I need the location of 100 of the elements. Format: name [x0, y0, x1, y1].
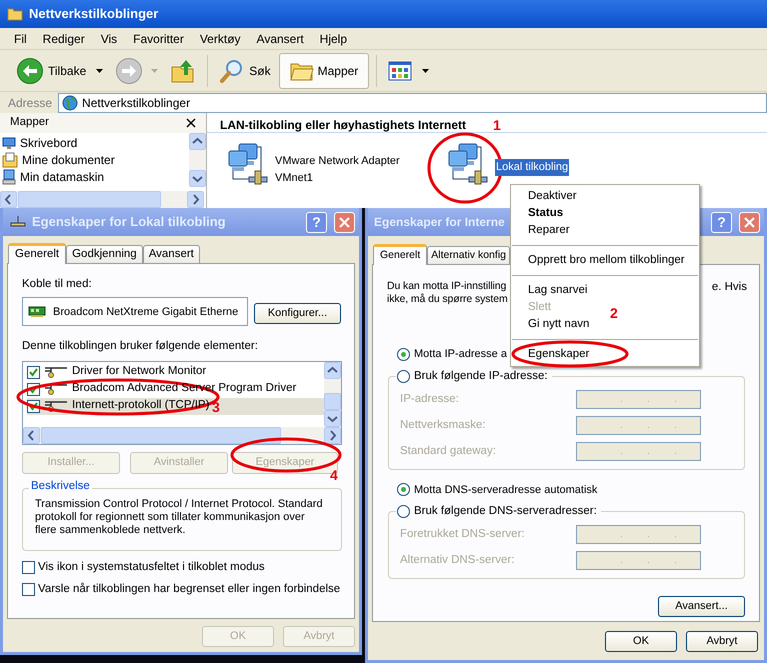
scroll-up-icon[interactable] — [189, 133, 206, 150]
annotation-number: 3 — [212, 400, 220, 414]
tab[interactable]: Avansert — [142, 245, 200, 263]
checkbox-label[interactable]: Vis ikon i systemstatusfeltet i tilkoblet modus — [38, 558, 265, 576]
scroll-left-icon[interactable] — [0, 191, 17, 208]
close-button[interactable] — [739, 212, 760, 232]
scroll-up-icon[interactable] — [324, 362, 341, 378]
tab[interactable]: Generelt — [373, 244, 428, 265]
cancel-button[interactable]: Avbryt — [686, 631, 758, 652]
menu-item[interactable]: Hjelp — [314, 30, 354, 48]
back-button[interactable]: Tilbake — [12, 52, 108, 88]
tree-item[interactable]: Mine dokumenter — [2, 151, 189, 168]
address-field[interactable]: Nettverkstilkoblinger — [58, 92, 767, 112]
radio-button[interactable] — [397, 370, 410, 383]
globe-icon — [62, 94, 78, 110]
menu-item[interactable]: Opprett bro mellom tilkoblinger — [528, 252, 685, 270]
intro-text: e. Hvis — [712, 280, 747, 292]
scroll-thumb[interactable] — [41, 426, 281, 444]
ok-button[interactable]: OK — [605, 631, 677, 652]
tree-item[interactable]: Min datamaskin — [2, 168, 189, 185]
list-label: Driver for Network Monitor — [72, 364, 206, 380]
radio-label[interactable]: Motta DNS-serveradresse automatisk — [414, 482, 598, 498]
menu-item[interactable]: Verktøy — [194, 30, 247, 48]
checkbox[interactable] — [22, 583, 35, 596]
annotation-number: 2 — [610, 306, 618, 320]
field-label: Foretrukket DNS-server: — [400, 527, 525, 542]
menu-item[interactable]: Egenskaper — [528, 346, 590, 364]
tree-item[interactable]: Skrivebord — [2, 134, 189, 151]
connection-detail: VMnet1 — [275, 170, 314, 186]
menu-item[interactable]: Favoritter — [127, 30, 190, 48]
radio-label[interactable]: Motta IP-adresse a — [414, 346, 507, 362]
connection-name[interactable]: Lokal tilkobling — [495, 159, 570, 176]
folders-button[interactable]: Mapper — [278, 52, 370, 88]
menu-item[interactable]: Fil — [8, 30, 33, 48]
advanced-button[interactable]: Avansert... — [658, 596, 745, 617]
protocol-icon — [43, 383, 69, 395]
window-title: Nettverkstilkoblinger — [29, 5, 158, 24]
caret-icon — [96, 68, 104, 72]
views-grid-icon — [388, 60, 412, 80]
folder-up-arrow-icon — [170, 58, 196, 84]
intro-text: ikke, må du spørre system — [387, 292, 508, 305]
radio-label[interactable]: Bruk følgende IP-adresse: — [414, 368, 548, 385]
protocol-icon — [43, 366, 69, 378]
window-title: Egenskaper for Interne — [374, 214, 505, 231]
field-label: Denne tilkoblingen bruker følgende elementer: — [22, 339, 259, 354]
menu-item[interactable]: Deaktiver — [528, 188, 577, 206]
vertical-scrollbar[interactable] — [324, 362, 341, 426]
connection-name[interactable]: VMware Network Adapter — [275, 153, 400, 170]
horizontal-scrollbar[interactable] — [0, 191, 204, 208]
monitor-icon — [2, 136, 16, 150]
menu-item[interactable]: Avansert — [250, 30, 310, 48]
section-heading: LAN-tilkobling eller høyhastighets Internett — [220, 118, 466, 132]
vertical-scrollbar[interactable] — [189, 133, 206, 187]
scroll-down-icon[interactable] — [324, 410, 341, 426]
description-text: Transmission Control Protocol / Internet Protocol. Standard protokoll for regionnett som tillater kommunikasjon over flere sammenkoblede nettverk. — [35, 498, 324, 537]
scroll-thumb[interactable] — [18, 191, 161, 208]
field-label: Nettverksmaske: — [400, 418, 486, 433]
configure-button[interactable]: Konfigurer... — [254, 302, 341, 324]
menu-item[interactable]: Lag snarvei — [528, 282, 588, 300]
checkbox[interactable] — [27, 366, 40, 378]
scroll-thumb[interactable] — [324, 392, 341, 410]
scroll-down-icon[interactable] — [189, 170, 206, 187]
field-label: Standard gateway: — [400, 444, 496, 459]
network-card-icon — [28, 306, 48, 318]
field-label: Alternativ DNS-server: — [400, 553, 514, 568]
scroll-right-icon[interactable] — [324, 426, 341, 444]
field-label: IP-adresse: — [400, 392, 459, 407]
intro-text: Du kan motta IP-innstilling — [387, 279, 506, 292]
menu-item[interactable]: Reparer — [528, 222, 570, 240]
radio-label[interactable]: Bruk følgende DNS-serveradresser: — [414, 503, 597, 520]
radio-button[interactable] — [397, 505, 410, 518]
list-row[interactable]: Driver for Network Monitor — [27, 364, 324, 380]
scroll-left-icon[interactable] — [23, 426, 40, 444]
menu-item[interactable]: Gi nytt navn — [528, 316, 590, 334]
menu-item[interactable]: Rediger — [36, 30, 91, 48]
connection-icon — [9, 215, 27, 229]
horizontal-scrollbar[interactable] — [23, 426, 341, 444]
field-label: Koble til med: — [22, 277, 93, 292]
search-button[interactable]: Søk — [215, 52, 275, 88]
window-title: Egenskaper for Lokal tilkobling — [32, 213, 226, 232]
checkbox[interactable] — [22, 560, 35, 574]
protocol-icon — [43, 400, 69, 412]
tab[interactable]: Godkjenning — [66, 245, 143, 263]
folder-icon — [7, 7, 23, 21]
close-button[interactable] — [334, 212, 355, 232]
adapter-field: Broadcom NetXtreme Gigabit Etherne — [22, 297, 248, 326]
annotation-number: 1 — [493, 118, 501, 132]
checkbox-label[interactable]: Varsle når tilkoblingen har begrenset eller ingen forbindelse — [38, 581, 340, 598]
menu-item[interactable]: Vis — [94, 30, 124, 48]
close-icon[interactable] — [186, 118, 196, 128]
scroll-right-icon[interactable] — [187, 191, 204, 208]
caret-icon — [422, 68, 430, 72]
tab[interactable]: Alternativ konfig — [427, 246, 510, 264]
radio-button[interactable] — [397, 348, 410, 361]
radio-button[interactable] — [397, 483, 410, 496]
tab[interactable]: Generelt — [8, 243, 66, 264]
menu-item[interactable]: Status — [528, 204, 564, 222]
pane-title: Mapper — [10, 115, 49, 130]
caret-icon — [151, 68, 158, 72]
address-label: Adresse — [8, 94, 52, 112]
